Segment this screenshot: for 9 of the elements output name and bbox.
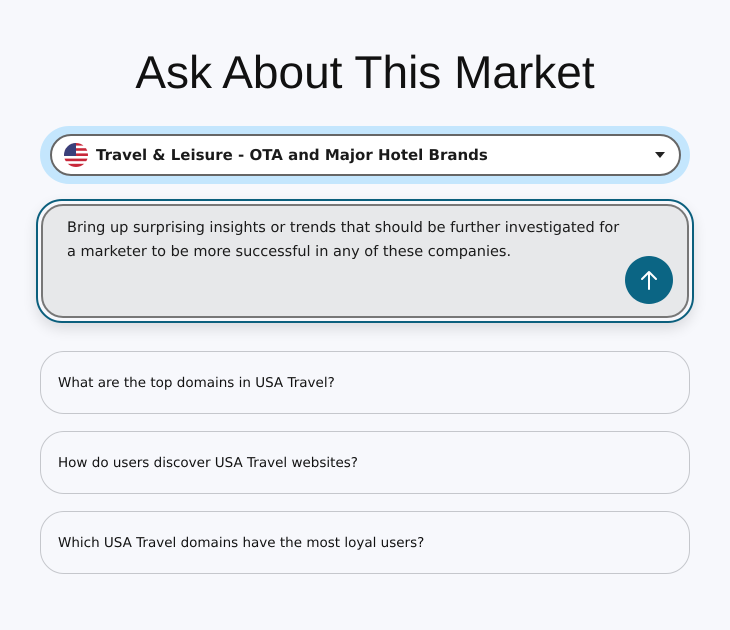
suggestion-button[interactable]: What are the top domains in USA Travel? <box>40 351 690 414</box>
prompt-field[interactable]: Bring up surprising insights or trends that should be further investigated for a marketer to be more successful in any of these companies. <box>41 204 689 318</box>
suggestion-button[interactable]: How do users discover USA Travel websites? <box>40 431 690 494</box>
caret-icon <box>655 152 665 158</box>
market-dropdown[interactable]: Travel & Leisure - OTA and Major Hotel Brands <box>50 134 681 176</box>
flag-icon <box>64 143 88 167</box>
page-title: Ask About This Market <box>134 45 596 100</box>
arrow-up-icon <box>640 270 658 290</box>
suggestion-button[interactable]: Which USA Travel domains have the most loyal users? <box>40 511 690 574</box>
